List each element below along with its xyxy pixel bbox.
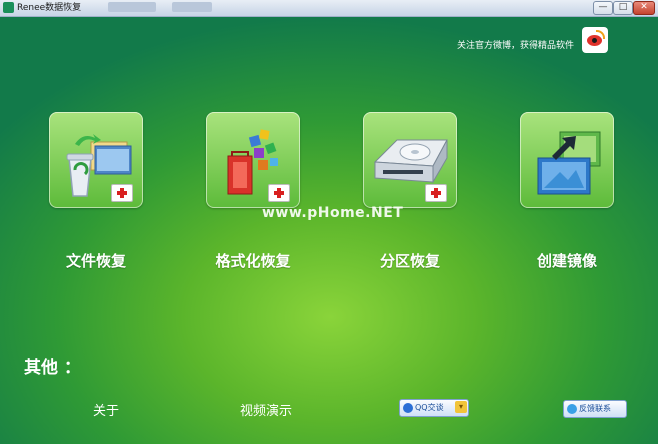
feedback-label: 反馈联系 xyxy=(579,404,611,413)
format-recovery-label: 格式化恢复 xyxy=(215,252,291,270)
add-badge-icon xyxy=(111,184,133,202)
minimize-button[interactable]: — xyxy=(593,1,613,15)
follow-weibo-link[interactable]: 关注官方微博，获得精品软件 xyxy=(457,38,574,51)
watermark-text: www.pHome.NET xyxy=(262,205,404,221)
feedback-globe-icon xyxy=(567,404,577,414)
weibo-icon[interactable] xyxy=(582,27,608,53)
close-button[interactable]: ✕ xyxy=(633,1,655,15)
maximize-button[interactable]: □ xyxy=(613,1,633,15)
weibo-wave-shape xyxy=(596,30,605,39)
format-recovery-button[interactable] xyxy=(206,112,300,208)
feedback-button[interactable]: 反馈联系 xyxy=(563,400,627,418)
window-title: Renee数据恢复 xyxy=(17,3,82,13)
add-badge-icon xyxy=(425,184,447,202)
file-recovery-label: 文件恢复 xyxy=(65,252,126,270)
qq-chat-button[interactable]: QQ交谈 ▾ xyxy=(399,399,469,417)
video-demo-link[interactable]: 视频演示 xyxy=(240,400,292,419)
qq-chat-label: QQ交谈 xyxy=(415,403,444,412)
file-recovery-button[interactable] xyxy=(49,112,143,208)
partition-recovery-label: 分区恢复 xyxy=(379,252,440,270)
partition-recovery-button[interactable] xyxy=(363,112,457,208)
disk-image-icon xyxy=(537,131,601,195)
title-ghost-tab xyxy=(108,2,156,12)
other-section-heading: 其他 ： xyxy=(24,358,81,378)
app-icon xyxy=(3,2,14,13)
about-link[interactable]: 关于 xyxy=(93,400,119,419)
chevron-down-icon: ▾ xyxy=(455,401,467,413)
app-window: Renee数据恢复 — □ ✕ 关注官方微博，获得精品软件 文件恢复 格式化恢复… xyxy=(0,0,658,444)
title-ghost-tab xyxy=(172,2,212,12)
qq-penguin-icon xyxy=(403,403,413,413)
title-bar[interactable]: Renee数据恢复 — □ ✕ xyxy=(0,0,658,17)
create-image-button[interactable] xyxy=(520,112,614,208)
main-panel: 关注官方微博，获得精品软件 文件恢复 格式化恢复 分区恢复 创建镜像 www.p… xyxy=(0,17,658,444)
create-image-label: 创建镜像 xyxy=(536,252,597,270)
add-badge-icon xyxy=(268,184,290,202)
